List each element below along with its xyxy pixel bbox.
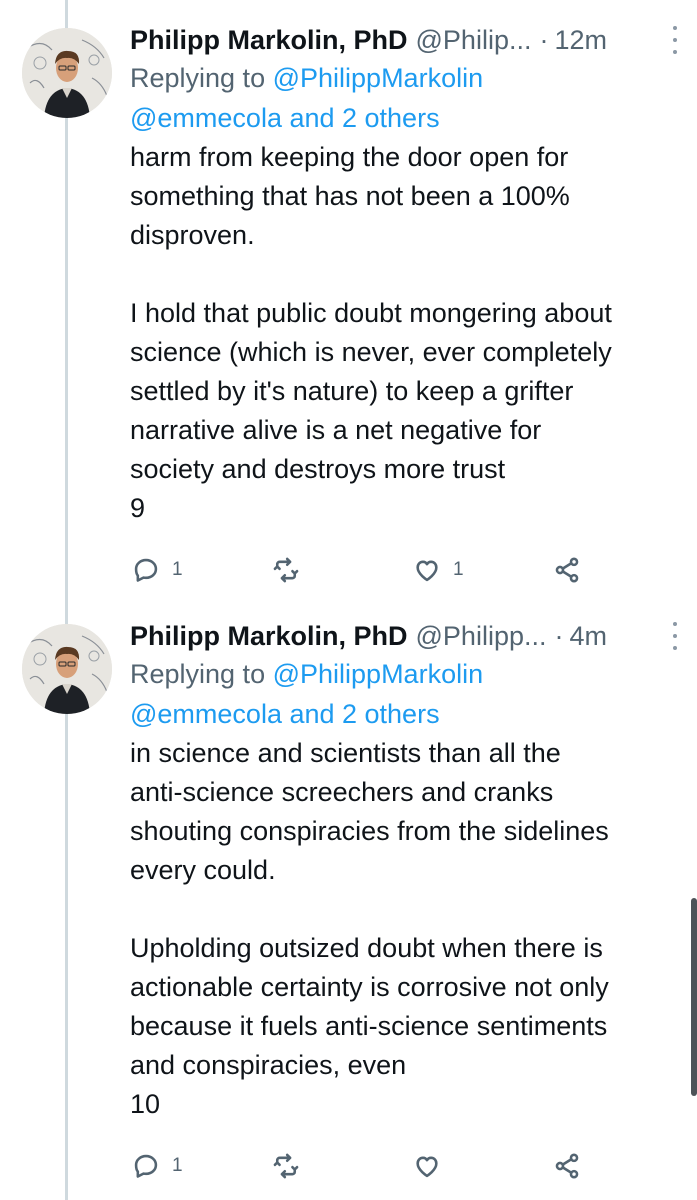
replying-others-link[interactable]: @emmecola and 2 others <box>130 98 667 138</box>
reply-count: 1 <box>172 559 183 580</box>
like-icon <box>416 560 438 582</box>
tweet-timestamp[interactable]: 4m <box>569 618 607 654</box>
author-name[interactable]: Philipp Markolin, PhD <box>130 618 408 654</box>
tweet-text-line: and conspiracies, even <box>130 1050 407 1080</box>
share-icon <box>555 1153 579 1179</box>
replying-prefix: Replying to <box>130 63 266 93</box>
tweet-text-line: science (which is never, ever completely <box>130 337 612 367</box>
replying-to: Replying to @PhilippMarkolin <box>130 654 667 694</box>
more-options-icon[interactable] <box>671 622 679 650</box>
tweet-header: Philipp Markolin, PhD @Philipp... · 4m <box>130 618 677 654</box>
reply-button[interactable]: 1 <box>132 1152 183 1180</box>
tweet-text-line: I hold that public doubt mongering about <box>130 298 612 328</box>
replying-to: Replying to @PhilippMarkolin <box>130 58 667 98</box>
reply-icon <box>134 558 158 582</box>
retweet-icon <box>273 557 299 583</box>
replying-prefix: Replying to <box>130 659 266 689</box>
avatar[interactable] <box>22 624 112 714</box>
like-button[interactable] <box>413 1152 453 1180</box>
replying-others-link[interactable]: @emmecola and 2 others <box>130 694 667 734</box>
tweet-text-line: anti-science screechers and cranks <box>130 777 554 807</box>
tweet-text-line: 10 <box>130 1089 161 1119</box>
tweet-header: Philipp Markolin, PhD @Philip... · 12m <box>130 22 677 58</box>
retweet-button[interactable] <box>272 556 312 584</box>
separator-dot: · <box>554 621 564 651</box>
tweet-text-line: harm from keeping the door open for <box>130 142 569 172</box>
tweet[interactable]: Philipp Markolin, PhD @Philip... · 12m R… <box>0 0 697 600</box>
tweet-text-line: disproven. <box>130 220 255 250</box>
like-count: 1 <box>453 559 464 580</box>
tweet-content: Philipp Markolin, PhD @Philipp... · 4m R… <box>130 618 677 1124</box>
author-handle[interactable]: @Philip... <box>416 22 532 58</box>
author-name[interactable]: Philipp Markolin, PhD <box>130 22 408 58</box>
like-icon <box>416 1156 438 1178</box>
share-button[interactable] <box>553 1152 581 1180</box>
tweet-text-line: something that has not been a 100% <box>130 181 570 211</box>
replying-handle-link[interactable]: @PhilippMarkolin <box>273 63 484 93</box>
tweet-text-line: because it fuels anti-science sentiments <box>130 1011 608 1041</box>
avatar-image <box>22 624 112 714</box>
tweet-timestamp[interactable]: 12m <box>554 22 607 58</box>
share-icon <box>555 557 579 583</box>
tweet-text-line: every could. <box>130 855 276 885</box>
tweet-text-line: actionable certainty is corrosive not on… <box>130 972 609 1002</box>
tweet-actions: 1 1 <box>0 550 579 590</box>
author-handle[interactable]: @Philipp... <box>416 618 547 654</box>
avatar[interactable] <box>22 28 112 118</box>
tweet-text-line: shouting conspiracies from the sidelines <box>130 816 609 846</box>
avatar-image <box>22 28 112 118</box>
tweet-text-line: in science and scientists than all the <box>130 738 561 768</box>
reply-button[interactable]: 1 <box>132 556 183 584</box>
retweet-icon <box>273 1153 299 1179</box>
share-button[interactable] <box>553 556 581 584</box>
separator-dot: · <box>539 25 549 55</box>
like-button[interactable]: 1 <box>413 556 464 584</box>
reply-count: 1 <box>172 1155 183 1176</box>
more-options-icon[interactable] <box>671 26 679 54</box>
tweet-actions: 1 <box>0 1146 579 1186</box>
replying-handle-link[interactable]: @PhilippMarkolin <box>273 659 484 689</box>
retweet-button[interactable] <box>272 1152 312 1180</box>
reply-icon <box>134 1154 158 1178</box>
tweet-text-line: Upholding outsized doubt when there is <box>130 933 603 963</box>
tweet-text-line: society and destroys more trust <box>130 454 506 484</box>
tweet-text: harm from keeping the door open for some… <box>130 138 667 528</box>
scrollbar-thumb[interactable] <box>691 898 697 1096</box>
tweet-content: Philipp Markolin, PhD @Philip... · 12m R… <box>130 22 677 528</box>
tweet-text-line: 9 <box>130 493 146 523</box>
tweet[interactable]: Philipp Markolin, PhD @Philipp... · 4m R… <box>0 600 697 1200</box>
tweet-text-line: narrative alive is a net negative for <box>130 415 542 445</box>
tweet-text: in science and scientists than all the a… <box>130 734 667 1124</box>
tweet-text-line: settled by it's nature) to keep a grifte… <box>130 376 574 406</box>
